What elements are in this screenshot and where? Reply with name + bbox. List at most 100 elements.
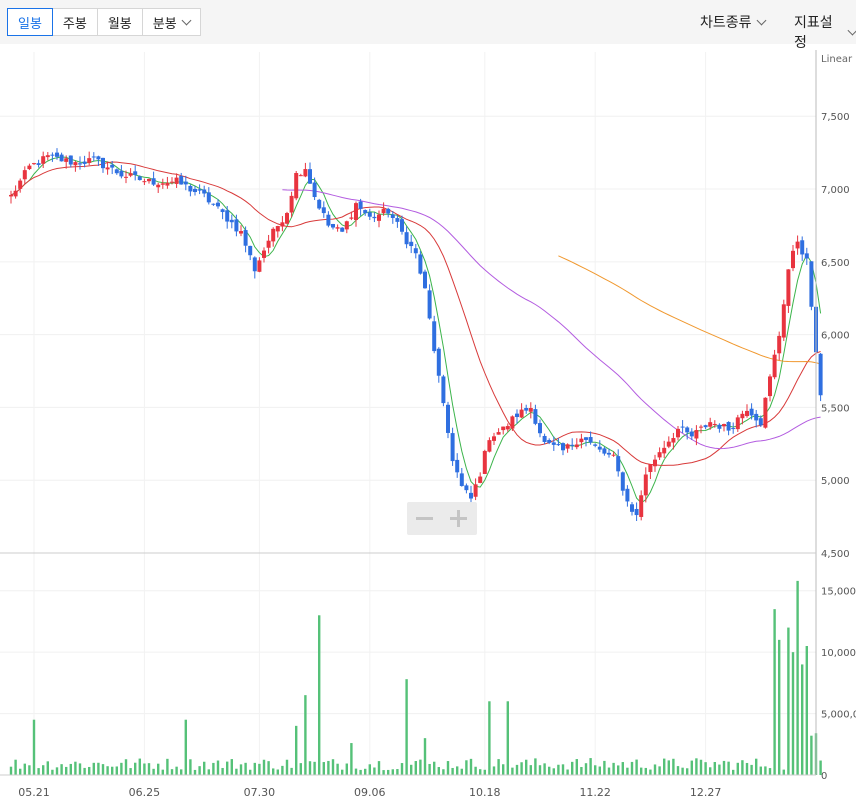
candle-up	[354, 203, 358, 221]
volume-bar	[161, 769, 164, 775]
volume-bar	[566, 769, 569, 775]
candle-up	[519, 409, 524, 418]
candle-down	[441, 376, 446, 404]
candle-down	[551, 442, 556, 445]
volume-bar	[354, 768, 358, 775]
candle-down	[418, 254, 423, 274]
volume-bar	[60, 764, 63, 775]
volume-bar	[575, 759, 578, 775]
volume-bar	[405, 679, 408, 775]
volume-bar	[382, 770, 385, 775]
candle-up	[510, 416, 515, 429]
date-tick-label: 09.06	[354, 786, 386, 799]
volume-bar	[442, 769, 445, 775]
volume-bar	[750, 764, 753, 775]
tab-daily[interactable]: 일봉	[7, 8, 53, 36]
volume-bar	[244, 762, 247, 775]
candle-up	[128, 173, 133, 176]
candle-up	[377, 214, 381, 221]
candle-down	[331, 224, 335, 228]
volume-bar	[175, 766, 178, 775]
candle-down	[225, 210, 230, 222]
volume-bar	[101, 764, 105, 775]
volume-bar	[69, 763, 72, 775]
volume-bar	[239, 764, 243, 775]
candle-down	[625, 488, 630, 502]
volume-bar	[525, 759, 528, 775]
volume-bar	[147, 763, 151, 775]
volume-bar	[653, 764, 657, 775]
candle-down	[404, 232, 409, 245]
candle-down	[179, 176, 184, 185]
volume-bar	[709, 767, 712, 775]
candle-down	[50, 154, 55, 156]
volume-bar	[198, 766, 201, 775]
candle-up	[565, 444, 570, 449]
volume-bar	[759, 766, 762, 775]
volume-bar	[520, 762, 523, 775]
candle-down	[455, 459, 460, 473]
volume-bar	[796, 580, 799, 775]
candle-up	[239, 231, 243, 234]
volume-bar	[111, 766, 114, 775]
volume-bar	[667, 760, 670, 775]
candle-up	[528, 408, 533, 412]
candle-down	[96, 156, 101, 160]
candle-up	[482, 450, 487, 474]
candle-up	[735, 417, 740, 430]
candle-down	[593, 444, 598, 446]
candle-down	[59, 154, 64, 162]
candle-up	[791, 250, 795, 269]
candle-up	[45, 155, 50, 158]
volume-bar	[782, 769, 785, 775]
volume-bar	[548, 766, 551, 775]
volume-bar	[778, 639, 781, 775]
volume-bar	[124, 759, 128, 775]
volume-bar	[212, 762, 215, 775]
candle-down	[731, 428, 736, 430]
candle-up	[289, 195, 294, 213]
volume-bar	[364, 768, 367, 775]
volume-bar	[630, 761, 634, 775]
volume-bar	[736, 762, 739, 775]
candle-down	[409, 241, 414, 247]
candle-down	[717, 424, 722, 429]
candle-down	[634, 508, 639, 516]
volume-bar	[230, 759, 233, 775]
candle-down	[432, 321, 437, 352]
zoom-out-button[interactable]	[407, 502, 442, 535]
volume-bar	[359, 769, 362, 775]
zoom-in-button[interactable]	[442, 502, 477, 535]
stock-chart[interactable]: Linear 7,500 7,000 6,500 6,000 5,500 5,000 4,5…	[0, 0, 856, 802]
volume-bar	[649, 769, 652, 775]
candle-down	[726, 422, 731, 431]
volume-bar	[474, 766, 477, 775]
candle-down	[446, 404, 450, 433]
candle-up	[298, 175, 303, 177]
volume-bar	[672, 758, 675, 775]
candle-down	[82, 161, 87, 164]
candle-up	[777, 335, 782, 354]
volume-bar	[373, 767, 376, 775]
candle-down	[326, 214, 331, 226]
candle-up	[349, 217, 354, 219]
candle-down	[685, 427, 690, 433]
candle-up	[18, 180, 23, 189]
candle-up	[712, 423, 717, 425]
volume-bar	[492, 766, 496, 775]
volume-bar	[249, 769, 252, 775]
candle-up	[694, 430, 699, 439]
volume-bar	[28, 765, 31, 775]
volume-bar	[580, 766, 583, 775]
candle-down	[616, 456, 621, 472]
volume-bar	[258, 763, 261, 775]
volume-bar	[281, 765, 284, 775]
volume-bar	[138, 758, 141, 775]
volume-bar	[410, 764, 413, 775]
candle-down	[248, 245, 253, 256]
volume-bar	[143, 763, 146, 775]
candle-down	[542, 435, 547, 442]
candle-down	[680, 426, 685, 428]
volume-bar	[612, 762, 615, 775]
candle-down	[556, 444, 561, 446]
